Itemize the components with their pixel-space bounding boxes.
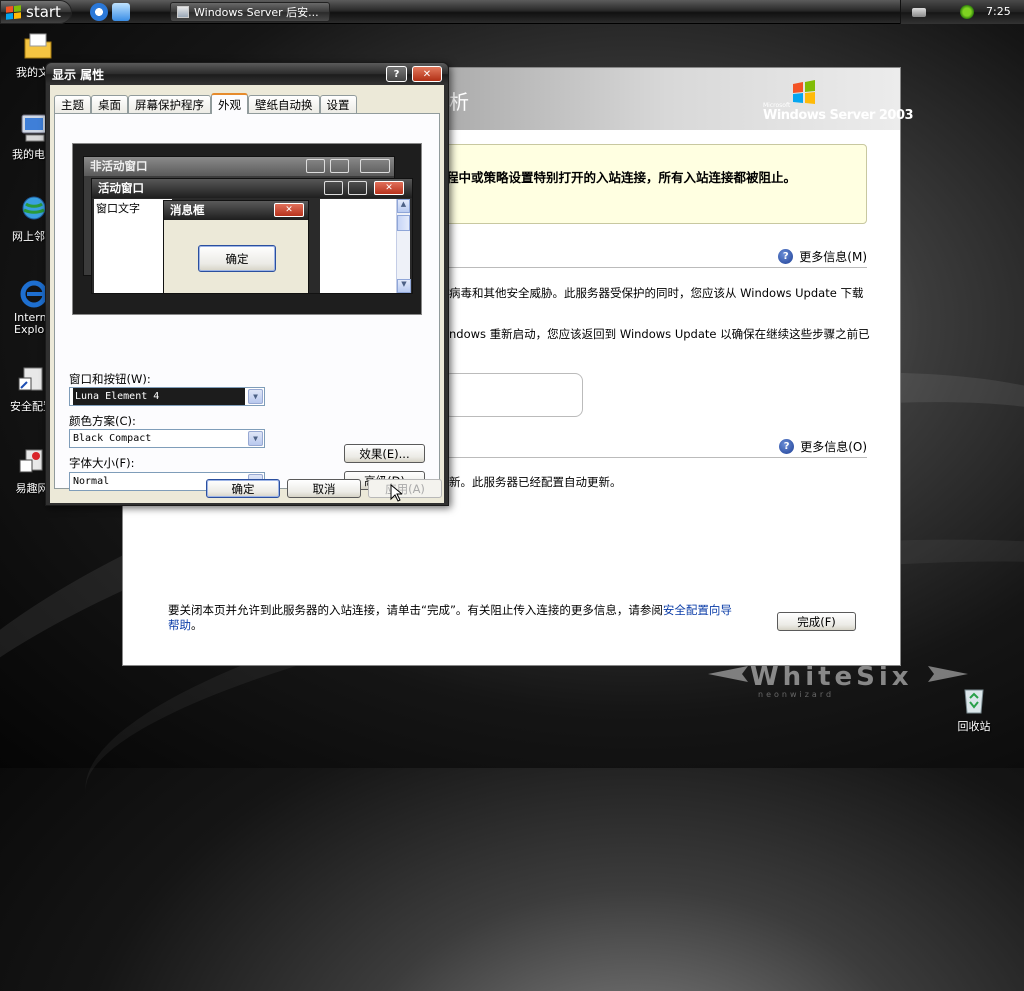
desktop-icon-recycle-bin[interactable]: 回收站 [944,684,1004,734]
recycle-bin-icon [958,684,990,716]
security-config-icon [16,364,48,396]
effects-button[interactable]: 效果(E)... [344,444,425,463]
ebay-icon [16,446,48,478]
warning-text: 程中或策略设置特别打开的入站连接，所有入站连接都被阻止。 [446,170,797,185]
logo-product-name: Windows Server 2003 [763,108,914,123]
chevron-down-icon: ▼ [248,389,263,404]
cancel-button[interactable]: 取消 [287,479,361,498]
wizard-footer-text: 要关闭本页并允许到此服务器的入站连接，请单击“完成”。有关阻止传入连接的更多信息… [168,603,768,633]
windows-flag-icon [793,80,815,104]
preview-maximize-icon [330,159,349,173]
preview-minimize-icon [324,181,343,195]
security-wizard-link[interactable]: 安全配置向导 [663,603,732,617]
help-button[interactable]: ? [386,66,407,82]
footer-text: 要关闭本页并允许到此服务器的入站连接，请单击“完成”。有关阻止传入连接的更多信息… [168,603,663,617]
keyboard-icon[interactable] [912,8,926,17]
scroll-down-icon: ▼ [397,279,411,293]
wizard-rounded-box [443,373,583,417]
quicklaunch-internet-explorer-icon[interactable] [90,3,108,21]
wallpaper-brand-subtext: neonwizard [758,690,835,699]
more-info-row-1: ? 更多信息(M) [443,246,867,268]
start-label: start [26,3,61,21]
apply-button[interactable]: 应用(A) [368,479,442,498]
finish-button[interactable]: 完成(F) [777,612,856,631]
more-info-link-2[interactable]: ? 更多信息(O) [779,438,867,455]
tab-screensaver[interactable]: 屏幕保护程序 [128,95,211,113]
preview-text-area: ▲ ▼ [320,199,411,293]
mouse-cursor-icon [390,484,402,502]
preview-close-icon: ✕ [374,181,404,195]
taskbar-window-button[interactable]: Windows Server 后安... [170,2,330,22]
warning-box: 程中或策略设置特别打开的入站连接，所有入站连接都被阻止。 [443,144,867,224]
preview-window-text: 窗口文字 [94,199,172,293]
desktop-icon-label: 回收站 [957,720,991,733]
help-icon: ? [778,249,794,264]
windows-logo-icon [6,4,21,20]
scroll-up-icon: ▲ [397,199,410,213]
chevron-down-icon: ▼ [248,431,263,446]
help-icon: ? [779,439,795,454]
tab-desktop[interactable]: 桌面 [91,95,128,113]
wallpaper-brand-text: WhiteSix [750,662,913,692]
wizard-text-line-3: 新。此服务器已经配置自动更新。 [449,475,622,489]
preview-maximize-icon [348,181,367,195]
preview-scrollbar: ▲ ▼ [396,199,411,293]
windows-buttons-value: Luna Element 4 [73,388,245,405]
tab-wallpaper-changer[interactable]: 壁纸自动换 [248,95,320,113]
tab-strip: 主题 桌面 屏幕保护程序 外观 壁纸自动换 设置 [54,93,357,114]
font-size-value: Normal [73,476,110,487]
windows-buttons-select[interactable]: Luna Element 4 ▼ [69,387,265,406]
wizard-text-line-1: 病毒和其他安全威胁。此服务器受保护的同时，您应该从 Windows Update… [449,286,864,300]
font-size-label: 字体大小(F): [69,456,135,470]
preview-close-icon [360,159,390,173]
preview-msgbox-ok-button: 确定 [198,245,276,272]
ok-button[interactable]: 确定 [206,479,280,498]
tab-themes[interactable]: 主题 [54,95,91,113]
preview-msgbox-close-icon: ✕ [274,203,304,217]
preview-minimize-icon [306,159,325,173]
more-info-link-1[interactable]: ? 更多信息(M) [778,248,867,265]
color-scheme-select[interactable]: Black Compact ▼ [69,429,265,448]
more-info-label: 更多信息(M) [799,250,867,264]
windows-server-logo: Microsoft Windows Server 2003 [763,80,914,123]
taskbar: start Windows Server 后安... 7:25 [0,0,1024,24]
scroll-thumb [397,215,410,231]
more-info-row-2: ? 更多信息(O) [443,436,867,458]
question-icon: ? [393,68,400,80]
taskbar-window-label: Windows Server 后安... [194,6,319,19]
color-scheme-label: 颜色方案(C): [69,414,136,428]
preview-message-box: 消息框 ✕ 确定 [163,200,309,294]
wizard-text-line-2: ndows 重新启动，您应该返回到 Windows Update 以确保在继续这… [449,327,870,341]
network-status-icon[interactable] [960,5,974,19]
help-link[interactable]: 帮助 [168,618,191,632]
color-scheme-value: Black Compact [73,433,152,444]
dialog-title: 显示 属性 [52,68,105,82]
tab-appearance[interactable]: 外观 [211,93,248,114]
display-properties-dialog: 显示 属性 ? ✕ 主题 桌面 屏幕保护程序 外观 壁纸自动换 设置 非活动窗口 [45,62,449,506]
tab-settings[interactable]: 设置 [319,95,357,113]
more-info-label: 更多信息(O) [800,440,867,454]
close-icon: ✕ [422,68,432,80]
quicklaunch-show-desktop-icon[interactable] [112,3,130,21]
dialog-body: 主题 桌面 屏幕保护程序 外观 壁纸自动换 设置 非活动窗口 活动窗口 ✕ 窗口… [50,85,444,503]
wizard-header-title: 析 [449,90,469,114]
window-app-icon [177,6,189,18]
start-button[interactable]: start [0,0,72,24]
close-button[interactable]: ✕ [412,66,442,82]
footer-end: 。 [191,618,203,632]
windows-buttons-label: 窗口和按钮(W): [69,372,151,386]
my-documents-icon [22,30,54,62]
appearance-preview: 非活动窗口 活动窗口 ✕ 窗口文字 ▲ ▼ 消息框 ✕ 确定 [72,143,422,315]
dialog-titlebar[interactable]: 显示 属性 ? ✕ [46,63,448,85]
clock: 7:25 [986,5,1011,18]
